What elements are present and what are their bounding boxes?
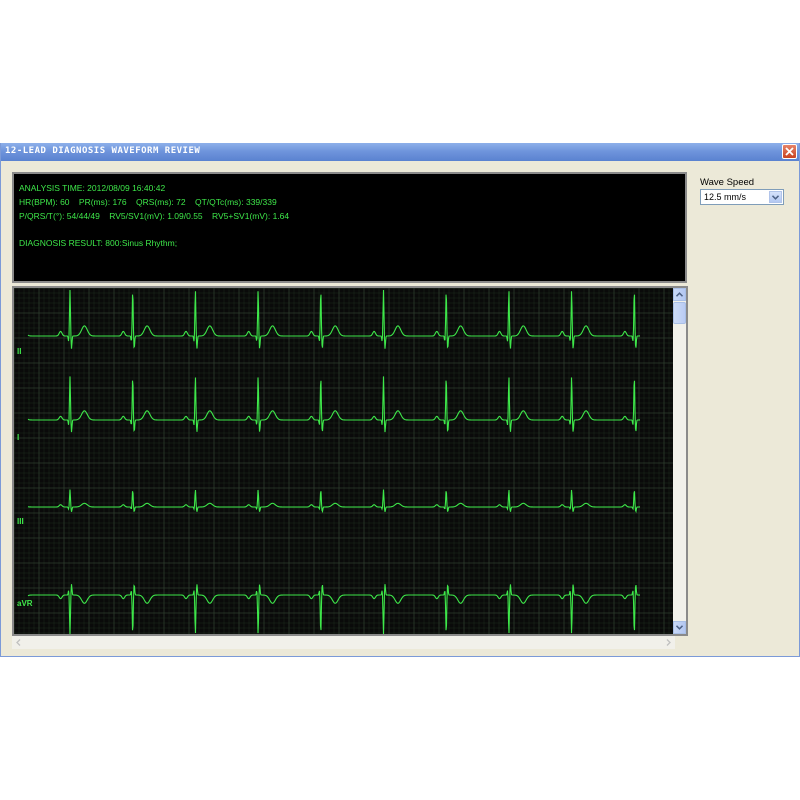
hr-value: HR(BPM): 60 <box>19 197 70 207</box>
ecg-waveform-panel: II I III aVR <box>12 286 688 636</box>
vertical-scroll-thumb[interactable] <box>673 302 686 324</box>
wave-speed-dropdown-button[interactable] <box>769 191 782 203</box>
review-window: 12-LEAD DIAGNOSIS WAVEFORM REVIEW ANALYS… <box>0 143 800 657</box>
scroll-right-button[interactable] <box>662 636 675 649</box>
wave-speed-select[interactable]: 12.5 mm/s <box>700 189 784 205</box>
measurement-line-1: HR(BPM): 60 PR(ms): 176 QRS(ms): 72 QT/Q… <box>19 197 284 207</box>
axis-value: P/QRS/T(°): 54/44/49 <box>19 211 100 221</box>
pr-value: PR(ms): 176 <box>78 197 127 207</box>
measurement-line-2: P/QRS/T(°): 54/44/49 RV5/SV1(mV): 1.09/0… <box>19 211 296 221</box>
rv5-plus-sv1-value: RV5+SV1(mV): 1.64 <box>212 211 290 221</box>
chevron-up-icon <box>676 292 683 297</box>
qt-qtc-value: QT/QTc(ms): 339/339 <box>194 197 277 207</box>
lead-label-ii: II <box>17 347 21 356</box>
chevron-down-icon <box>772 194 779 200</box>
lead-label-i: I <box>17 433 19 442</box>
chevron-left-icon <box>16 639 21 646</box>
diagnosis-line: DIAGNOSIS RESULT: 800:Sinus Rhythm; <box>19 238 184 248</box>
lead-label-iii: III <box>17 517 24 526</box>
analysis-time-line: ANALYSIS TIME: 2012/08/09 16:40:42 <box>19 183 172 193</box>
chevron-down-icon <box>676 625 683 630</box>
horizontal-scrollbar[interactable] <box>12 636 675 649</box>
qrs-value: QRS(ms): 72 <box>136 197 186 207</box>
wave-speed-value: 12.5 mm/s <box>704 192 747 202</box>
scroll-down-button[interactable] <box>673 621 686 634</box>
window-title: 12-LEAD DIAGNOSIS WAVEFORM REVIEW <box>5 146 201 156</box>
rv5-sv1-value: RV5/SV1(mV): 1.09/0.55 <box>109 211 203 221</box>
analysis-time: ANALYSIS TIME: 2012/08/09 16:40:42 <box>19 183 166 193</box>
analysis-info-panel: ANALYSIS TIME: 2012/08/09 16:40:42 HR(BP… <box>12 172 687 283</box>
chevron-right-icon <box>666 639 671 646</box>
close-icon <box>785 147 794 156</box>
scroll-left-button[interactable] <box>12 636 25 649</box>
vertical-scrollbar[interactable] <box>673 288 686 634</box>
ecg-waveform-canvas: IIIIIIaVR <box>14 288 673 634</box>
lead-label-avr: aVR <box>17 599 33 608</box>
title-bar[interactable]: 12-LEAD DIAGNOSIS WAVEFORM REVIEW <box>1 143 799 161</box>
diagnosis-result: DIAGNOSIS RESULT: 800:Sinus Rhythm; <box>19 238 178 248</box>
wave-speed-label: Wave Speed <box>700 177 755 188</box>
close-button[interactable] <box>782 144 797 159</box>
scroll-up-button[interactable] <box>673 288 686 301</box>
